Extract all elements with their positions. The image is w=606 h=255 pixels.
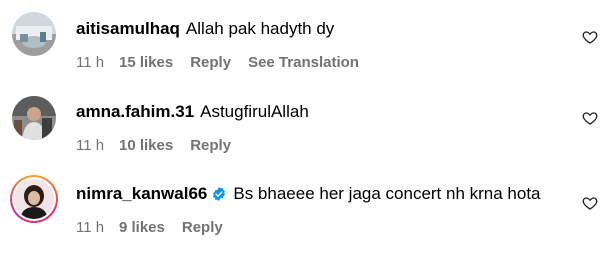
comment-item: aitisamulhaq Allah pak hadyth dy 11 h 15… [0, 10, 606, 90]
comment-item: amna.fahim.31 AstugfirulAllah 11 h 10 li… [0, 93, 606, 173]
verified-badge-icon [213, 187, 226, 201]
reply-button[interactable]: Reply [182, 219, 223, 236]
avatar [14, 179, 54, 219]
comment-text: Allah pak hadyth dy [185, 19, 335, 38]
reply-button[interactable]: Reply [190, 54, 231, 71]
heart-outline-icon[interactable] [582, 195, 598, 211]
comment-username[interactable]: nimra_kanwal66 [76, 183, 207, 205]
avatar-image [14, 179, 54, 219]
heart-outline-icon[interactable] [582, 29, 598, 45]
avatar-image [12, 12, 56, 56]
likes-count-button[interactable]: 9 likes [119, 219, 165, 236]
story-ring[interactable] [10, 175, 58, 223]
reply-button[interactable]: Reply [190, 137, 231, 154]
comment-text: AstugfirulAllah [200, 102, 309, 121]
comment-timestamp: 11 h [76, 137, 105, 154]
heart-outline-icon[interactable] [582, 110, 598, 126]
avatar[interactable] [12, 12, 56, 56]
avatar[interactable] [12, 96, 56, 140]
comment-timestamp: 11 h [76, 219, 105, 236]
comment-username[interactable]: amna.fahim.31 [76, 101, 194, 123]
likes-count-button[interactable]: 15 likes [119, 54, 173, 71]
comment-timestamp: 11 h [76, 54, 105, 71]
comment-text: Bs bhaeee her jaga concert nh krna hota [233, 184, 541, 203]
comment-username[interactable]: aitisamulhaq [76, 18, 180, 40]
avatar-image [12, 96, 56, 140]
likes-count-button[interactable]: 10 likes [119, 137, 173, 154]
comment-item: nimra_kanwal66 Bs bhaeee her jaga concer… [0, 175, 606, 255]
see-translation-button[interactable]: See Translation [248, 54, 359, 71]
